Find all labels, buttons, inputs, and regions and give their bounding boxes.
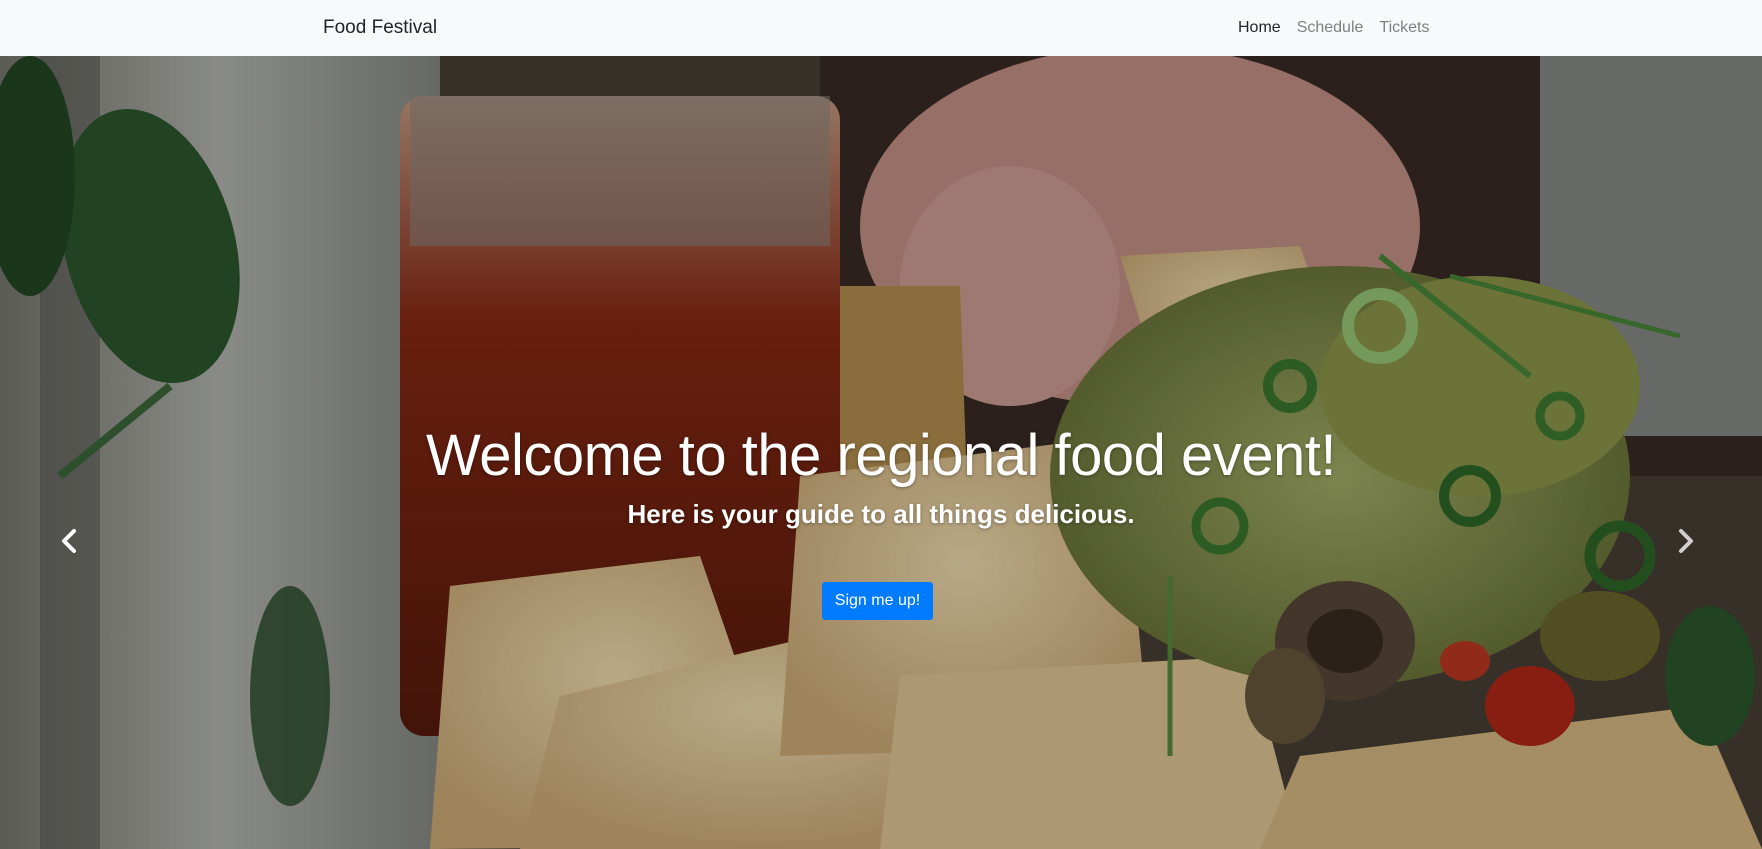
navbar: Food Festival Home Schedule Tickets [0,0,1762,56]
chevron-right-icon [1679,529,1693,553]
nav-links: Home Schedule Tickets [1238,19,1445,37]
brand-logo-text[interactable]: Food Festival [323,17,437,39]
chevron-left-icon [62,529,76,553]
hero-title: Welcome to the regional food event! [426,423,1337,488]
hero-carousel: Welcome to the regional food event! Here… [0,56,1762,849]
carousel-next-button[interactable] [1670,526,1700,556]
nav-link-home[interactable]: Home [1238,19,1281,37]
carousel-prev-button[interactable] [55,526,85,556]
nav-link-schedule[interactable]: Schedule [1297,19,1364,37]
nav-link-tickets[interactable]: Tickets [1379,19,1429,37]
hero-subtitle: Here is your guide to all things delicio… [627,499,1135,529]
sign-up-button[interactable]: Sign me up! [822,582,933,620]
